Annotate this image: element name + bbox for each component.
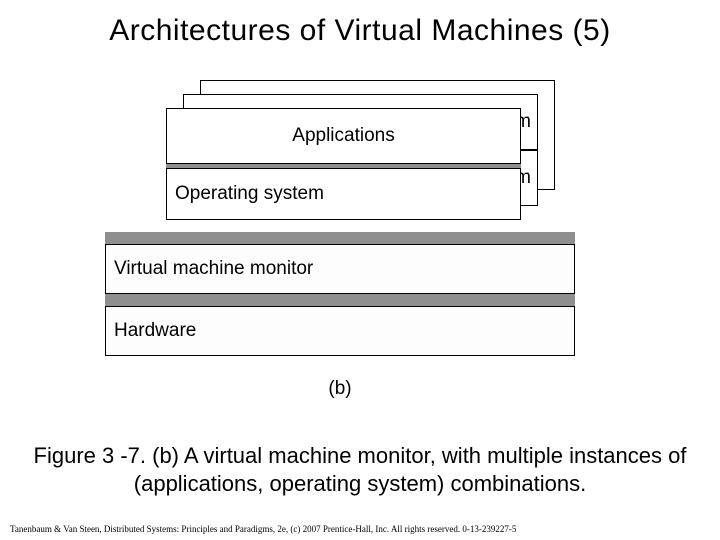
stack-card-front: Applications Operating system [166, 108, 521, 220]
gap-vmm-hardware [105, 294, 575, 306]
vmm-box: Virtual machine monitor [105, 244, 575, 294]
figure-caption: Figure 3 -7. (b) A virtual machine monit… [10, 442, 710, 497]
vm-architecture-diagram: m m Applications Operating system Virtua… [105, 80, 575, 410]
gap-stack-vmm [105, 232, 575, 244]
hardware-box: Hardware [105, 306, 575, 356]
copyright-footer: Tanenbaum & Van Steen, Distributed Syste… [10, 524, 710, 534]
page-title: Architectures of Virtual Machines (5) [0, 0, 720, 48]
subfigure-label: (b) [320, 378, 360, 400]
applications-box: Applications [166, 108, 521, 164]
operating-system-box: Operating system [166, 168, 521, 220]
